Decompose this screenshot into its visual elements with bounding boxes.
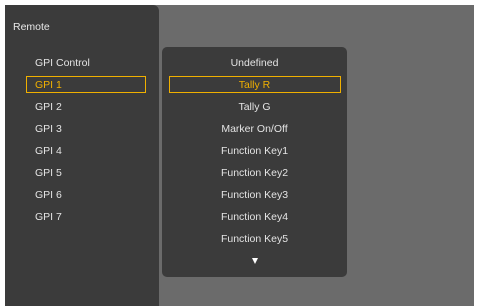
remote-menu-panel: Remote GPI Control GPI 1 GPI 2 GPI 3 GPI…	[5, 5, 159, 306]
gpi-function-dropdown: Undefined Tally R Tally G Marker On/Off …	[162, 47, 347, 277]
option-function-key1[interactable]: Function Key1	[162, 140, 347, 162]
option-tally-r[interactable]: Tally R	[162, 74, 347, 96]
menu-item-gpi-4[interactable]: GPI 4	[5, 140, 159, 162]
menu-item-gpi-5[interactable]: GPI 5	[5, 162, 159, 184]
function-option-list: Undefined Tally R Tally G Marker On/Off …	[162, 52, 347, 250]
triangle-down-icon	[251, 258, 258, 264]
menu-item-gpi-control[interactable]: GPI Control	[5, 52, 159, 74]
option-function-key3[interactable]: Function Key3	[162, 184, 347, 206]
menu-item-gpi-3[interactable]: GPI 3	[5, 118, 159, 140]
option-tally-g[interactable]: Tally G	[162, 96, 347, 118]
gpi-menu-list: GPI Control GPI 1 GPI 2 GPI 3 GPI 4 GPI …	[5, 52, 159, 228]
scroll-down-button[interactable]	[162, 254, 347, 268]
menu-item-gpi-6[interactable]: GPI 6	[5, 184, 159, 206]
option-function-key4[interactable]: Function Key4	[162, 206, 347, 228]
option-marker-on-off[interactable]: Marker On/Off	[162, 118, 347, 140]
remote-settings-screen: Remote GPI Control GPI 1 GPI 2 GPI 3 GPI…	[5, 5, 474, 306]
menu-item-gpi-2[interactable]: GPI 2	[5, 96, 159, 118]
option-undefined[interactable]: Undefined	[162, 52, 347, 74]
menu-item-gpi-7[interactable]: GPI 7	[5, 206, 159, 228]
option-function-key5[interactable]: Function Key5	[162, 228, 347, 250]
option-function-key2[interactable]: Function Key2	[162, 162, 347, 184]
menu-item-gpi-1[interactable]: GPI 1	[5, 74, 159, 96]
menu-title: Remote	[13, 21, 50, 33]
